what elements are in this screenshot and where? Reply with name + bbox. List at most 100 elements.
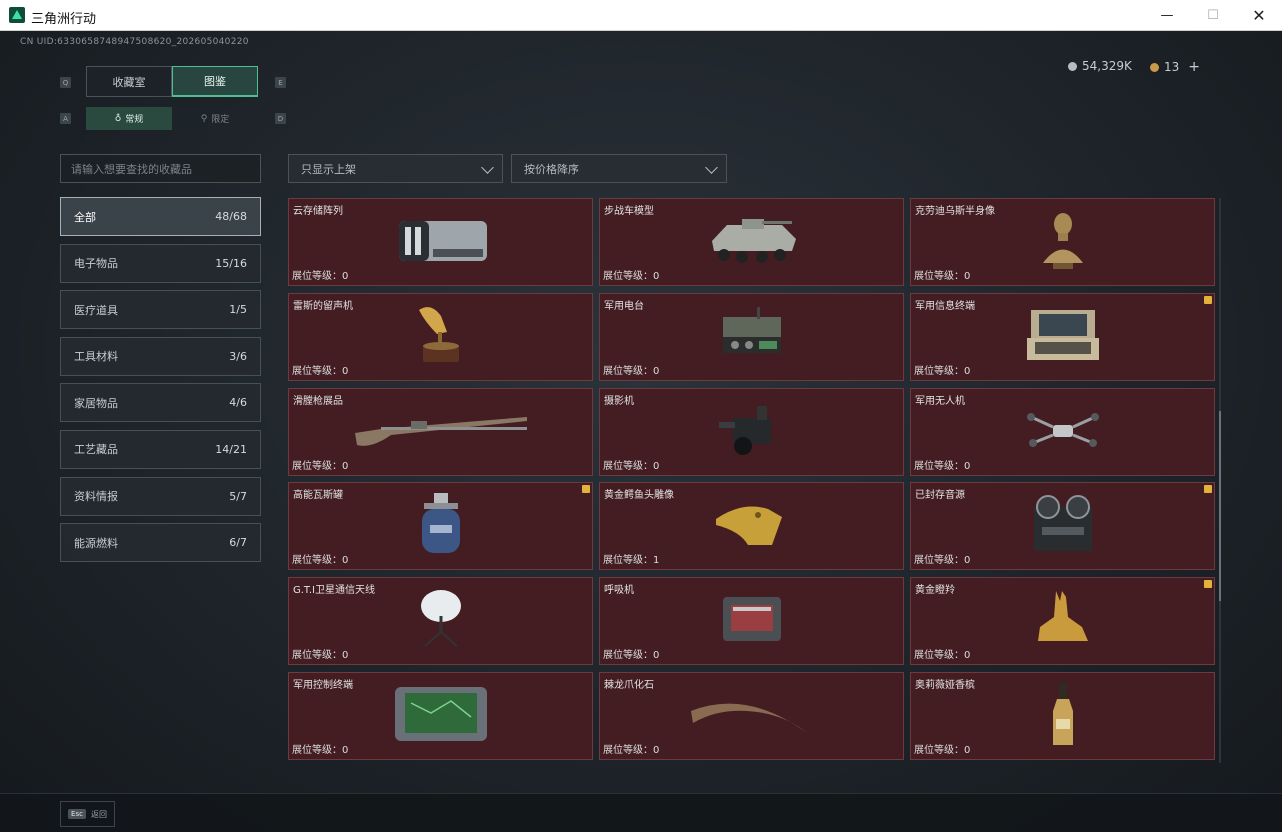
booth-level: 展位等级：1 xyxy=(603,555,660,566)
collectible-card[interactable]: 呼吸机 展位等级：0 xyxy=(599,577,904,665)
collectible-card[interactable]: G.T.I卫星通信天线 展位等级：0 xyxy=(288,577,593,665)
booth-level: 展位等级：0 xyxy=(292,745,349,756)
category-label: 能源燃料 xyxy=(74,536,118,550)
window-title: 三角洲行动 xyxy=(31,12,97,27)
collectible-card[interactable]: 棘龙爪化石展位等级：0 xyxy=(599,672,904,760)
reel-recorder-icon xyxy=(1028,493,1098,559)
regular-icon: ♁ xyxy=(114,113,122,124)
maximize-button[interactable]: ☐ xyxy=(1190,0,1236,31)
category-item[interactable]: 家居物品 4/6 xyxy=(60,383,261,423)
category-count: 14/21 xyxy=(215,442,247,456)
category-item[interactable]: 资料情报 5/7 xyxy=(60,476,261,516)
category-list: 全部 48/68 电子物品 15/16 医疗道具 1/5 工具材料 3/6 家居物品 4/6 工艺藏… xyxy=(60,197,261,570)
booth-level: 展位等级：0 xyxy=(603,271,660,282)
collectible-card[interactable]: 军用信息终端 展位等级：0 xyxy=(910,293,1215,381)
category-item[interactable]: 电子物品 15/16 xyxy=(60,243,261,283)
ifv-model-icon xyxy=(702,211,802,273)
tab-collection-room[interactable]: 收藏室 xyxy=(86,66,172,97)
booth-level: 展位等级：0 xyxy=(292,555,349,566)
tab-catalog[interactable]: 图鉴 xyxy=(172,66,258,97)
category-count: 3/6 xyxy=(229,349,247,363)
category-count: 6/7 xyxy=(229,536,247,550)
category-label: 全部 xyxy=(74,210,96,224)
gold-amount: 13 xyxy=(1164,60,1180,74)
collectible-card[interactable]: 摄影机 展位等级：0 xyxy=(599,388,904,476)
item-name: 棘龙爪化石 xyxy=(604,680,654,691)
item-name: 军用信息终端 xyxy=(915,301,975,312)
collectible-card[interactable]: 高能瓦斯罐 展位等级：0 xyxy=(288,482,593,570)
category-item[interactable]: 全部 48/68 xyxy=(60,197,261,236)
minimize-button[interactable]: — xyxy=(1144,0,1190,31)
collectible-card[interactable]: 克劳迪乌斯半身像 展位等级：0 xyxy=(910,198,1215,286)
booth-level: 展位等级：0 xyxy=(603,745,660,756)
collectible-card[interactable]: 军用电台 展位等级：0 xyxy=(599,293,904,381)
booth-level: 展位等级：0 xyxy=(292,461,349,472)
scrollbar-thumb[interactable] xyxy=(1219,411,1221,601)
key-hint-d: D xyxy=(275,113,286,124)
champagne-icon xyxy=(1048,681,1078,751)
search-input[interactable]: 请输入想要查找的收藏品 xyxy=(60,154,261,183)
gas-canister-icon xyxy=(416,491,466,561)
category-label: 电子物品 xyxy=(74,257,118,271)
collectible-card[interactable]: 黄金瞪羚 展位等级：0 xyxy=(910,577,1215,665)
booth-level: 展位等级：0 xyxy=(292,366,349,377)
drone-icon xyxy=(1023,405,1103,459)
item-name: 步战车模型 xyxy=(604,206,654,217)
category-count: 1/5 xyxy=(229,303,247,317)
category-label: 资料情报 xyxy=(74,490,118,504)
alert-badge-icon xyxy=(1204,485,1212,493)
booth-level: 展位等级：0 xyxy=(914,745,971,756)
item-name: 云存储阵列 xyxy=(293,206,343,217)
item-name: 呼吸机 xyxy=(604,585,634,596)
alert-badge-icon xyxy=(1204,296,1212,304)
display-filter-dropdown[interactable]: 只显示上架 xyxy=(288,154,503,183)
ventilator-icon xyxy=(717,591,787,651)
category-label: 工具材料 xyxy=(74,350,118,364)
gold-currency: 13 + xyxy=(1150,59,1200,75)
category-item[interactable]: 工具材料 3/6 xyxy=(60,336,261,376)
add-currency-button[interactable]: + xyxy=(1188,59,1200,75)
back-button[interactable]: Esc 返回 xyxy=(60,801,115,827)
booth-level: 展位等级：0 xyxy=(914,366,971,377)
item-name: 已封存音源 xyxy=(915,490,965,501)
collectible-card[interactable]: 军用控制终端 展位等级：0 xyxy=(288,672,593,760)
chevron-down-icon xyxy=(481,161,494,174)
booth-level: 展位等级：0 xyxy=(292,650,349,661)
collectible-card[interactable]: 滑膛枪展品展位等级：0 xyxy=(288,388,593,476)
alert-badge-icon xyxy=(1204,580,1212,588)
category-count: 4/6 xyxy=(229,396,247,410)
collectible-card[interactable]: 奥莉薇娅香槟 展位等级：0 xyxy=(910,672,1215,760)
alert-badge-icon xyxy=(582,485,590,493)
close-button[interactable]: ✕ xyxy=(1236,0,1282,31)
collectible-card[interactable]: 黄金鳄鱼头雕像 展位等级：1 xyxy=(599,482,904,570)
sort-value: 按价格降序 xyxy=(524,162,579,176)
subtab-regular-label: 常规 xyxy=(125,115,144,125)
collectible-card[interactable]: 已封存音源 展位等级：0 xyxy=(910,482,1215,570)
camera-icon xyxy=(717,400,787,464)
display-filter-value: 只显示上架 xyxy=(301,162,356,176)
esc-key-icon: Esc xyxy=(68,809,86,819)
radio-icon xyxy=(717,307,787,367)
subtab-regular[interactable]: ♁ 常规 xyxy=(86,107,172,130)
item-name: 黄金瞪羚 xyxy=(915,585,955,596)
limited-icon: ⚲ xyxy=(200,113,208,124)
subtab-limited[interactable]: ⚲ 限定 xyxy=(172,107,258,130)
silver-currency: 54,329K xyxy=(1068,59,1132,73)
item-name: 黄金鳄鱼头雕像 xyxy=(604,490,674,501)
item-name: 滑膛枪展品 xyxy=(293,396,343,407)
category-label: 医疗道具 xyxy=(74,303,118,317)
satellite-dish-icon xyxy=(411,586,471,656)
collectible-card[interactable]: 步战车模型展位等级：0 xyxy=(599,198,904,286)
category-item[interactable]: 工艺藏品 14/21 xyxy=(60,429,261,469)
category-item[interactable]: 能源燃料 6/7 xyxy=(60,523,261,563)
booth-level: 展位等级：0 xyxy=(914,271,971,282)
category-item[interactable]: 医疗道具 1/5 xyxy=(60,290,261,330)
collectible-card[interactable]: 军用无人机 展位等级：0 xyxy=(910,388,1215,476)
sort-dropdown[interactable]: 按价格降序 xyxy=(511,154,727,183)
item-name: 奥莉薇娅香槟 xyxy=(915,680,975,691)
collectible-card[interactable]: 云存储阵列 展位等级：0 xyxy=(288,198,593,286)
collectible-card[interactable]: 雷斯的留声机 展位等级：0 xyxy=(288,293,593,381)
key-hint-e: E xyxy=(275,77,286,88)
gramophone-icon xyxy=(411,302,471,372)
silver-amount: 54,329K xyxy=(1082,59,1132,73)
